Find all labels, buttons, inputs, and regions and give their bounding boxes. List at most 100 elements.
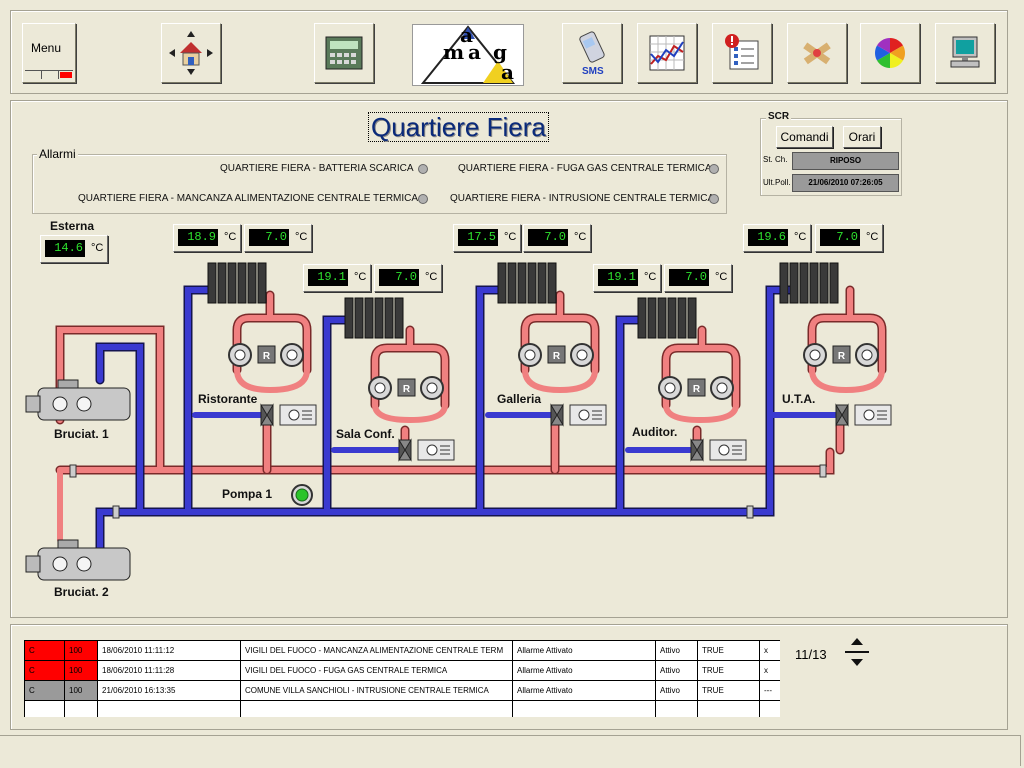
- temp-value: 7.0: [249, 229, 289, 246]
- logo-letter-m: m: [443, 40, 465, 64]
- esterna-label: Esterna: [50, 219, 95, 233]
- log-empty-cell: [240, 700, 513, 717]
- color-settings-button[interactable]: [860, 23, 920, 83]
- ristorante-setpoint[interactable]: 7.0 °C: [244, 224, 312, 252]
- temp-unit: °C: [224, 231, 237, 243]
- ult-poll-value: 21/06/2010 07:26:05: [792, 174, 899, 192]
- table-row[interactable]: C 100 18/06/2010 11:11:28 VIGILI DEL FUO…: [24, 660, 780, 681]
- temp-unit: °C: [715, 271, 728, 283]
- st-ch-value: RIPOSO: [792, 152, 899, 170]
- menu-button[interactable]: Menu: [22, 23, 76, 83]
- log-flag: TRUE: [697, 660, 760, 681]
- status-strip: [0, 735, 1021, 766]
- chart-icon: [649, 35, 685, 71]
- alarm-log-table: C 100 18/06/2010 11:11:12 VIGILI DEL FUO…: [24, 640, 780, 717]
- menu-label: Menu: [31, 41, 62, 55]
- temp-unit: °C: [644, 271, 657, 283]
- menu-alarm-indicator: [60, 72, 72, 78]
- sala-conf-setpoint[interactable]: 7.0 °C: [374, 264, 442, 292]
- pump-1-label: Pompa 1: [222, 487, 273, 501]
- logo-letter-a3: a: [501, 60, 514, 84]
- table-row[interactable]: C 100 21/06/2010 16:13:35 COMUNE VILLA S…: [24, 680, 780, 701]
- temp-value: 17.5: [458, 229, 498, 246]
- zone-label-sala-conf: Sala Conf.: [336, 427, 395, 441]
- log-empty-cell: [97, 700, 241, 717]
- trend-chart-button[interactable]: [637, 23, 697, 83]
- log-state: Allarme Attivato: [512, 640, 656, 661]
- log-status: Attivo: [655, 680, 698, 701]
- log-flag: TRUE: [697, 640, 760, 661]
- computer-button[interactable]: [935, 23, 995, 83]
- log-ack[interactable]: x: [759, 640, 780, 661]
- logo-letter-a2: a: [468, 40, 481, 64]
- alarm-battery-led: [418, 164, 428, 174]
- log-empty-cell: [759, 700, 780, 717]
- log-state: Allarme Attivato: [512, 680, 656, 701]
- log-description: VIGILI DEL FUOCO - MANCANZA ALIMENTAZION…: [240, 640, 513, 661]
- temp-value: 19.6: [748, 229, 788, 246]
- burner-1-label: Bruciat. 1: [54, 427, 109, 441]
- temp-value: 18.9: [178, 229, 218, 246]
- temp-unit: °C: [354, 271, 367, 283]
- galleria-setpoint[interactable]: 7.0 °C: [523, 224, 591, 252]
- temp-unit: °C: [425, 271, 438, 283]
- temp-value: 19.1: [598, 269, 638, 286]
- alarm-gas-leak-led: [709, 164, 719, 174]
- plc-icon: [325, 36, 363, 70]
- temp-unit: °C: [574, 231, 587, 243]
- log-date: 18/06/2010 11:11:28: [97, 660, 241, 681]
- orari-button[interactable]: Orari: [843, 126, 881, 148]
- zone-label-galleria: Galleria: [497, 392, 542, 406]
- color-wheel-icon: [874, 37, 906, 68]
- alarm-intrusion-led: [709, 194, 719, 204]
- temp-unit: °C: [794, 231, 807, 243]
- temp-unit: °C: [295, 231, 308, 243]
- home-nav-button[interactable]: [161, 23, 221, 83]
- home-nav-icon: [169, 31, 213, 75]
- sala-conf-room-temp: 19.1 °C: [303, 264, 371, 292]
- sms-button[interactable]: SMS: [562, 23, 622, 83]
- log-priority: 100: [64, 660, 98, 681]
- temp-unit: °C: [866, 231, 879, 243]
- st-ch-label: St. Ch.: [763, 155, 788, 164]
- log-class: C: [24, 660, 65, 681]
- up-down-arrow-icon: [845, 638, 869, 666]
- alarm-list-icon: [725, 34, 759, 70]
- alarm-list-button[interactable]: [712, 23, 772, 83]
- log-empty-cell: [512, 700, 656, 717]
- alarm-power: QUARTIERE FIERA - MANCANZA ALIMENTAZIONE…: [78, 193, 419, 204]
- log-class: C: [24, 640, 65, 661]
- log-status: Attivo: [655, 640, 698, 661]
- esterna-temp: 14.6 °C: [40, 235, 108, 263]
- uta-setpoint[interactable]: 7.0 °C: [815, 224, 883, 252]
- temp-unit: °C: [504, 231, 517, 243]
- log-scroll-buttons[interactable]: [843, 636, 871, 668]
- alarm-power-led: [418, 194, 428, 204]
- log-ack[interactable]: ---: [759, 680, 780, 701]
- table-row[interactable]: C 100 18/06/2010 11:11:12 VIGILI DEL FUO…: [24, 640, 780, 661]
- table-row[interactable]: [24, 700, 780, 717]
- log-empty-cell: [697, 700, 760, 717]
- log-state: Allarme Attivato: [512, 660, 656, 681]
- zone-label-uta: U.T.A.: [782, 392, 816, 406]
- temp-value: 19.1: [308, 269, 348, 286]
- plc-button[interactable]: [314, 23, 374, 83]
- log-empty-cell: [24, 700, 65, 717]
- uta-room-temp: 19.6 °C: [743, 224, 811, 252]
- log-description: COMUNE VILLA SANCHIOLI - INTRUSIONE CENT…: [240, 680, 513, 701]
- log-empty-cell: [655, 700, 698, 717]
- log-empty-cell: [64, 700, 98, 717]
- menu-indicator: [25, 70, 73, 80]
- alarm-log: C 100 18/06/2010 11:11:12 VIGILI DEL FUO…: [24, 640, 780, 717]
- tools-button[interactable]: [787, 23, 847, 83]
- sms-label: SMS: [582, 66, 604, 77]
- ult-poll-label: Ult.Poll.: [763, 178, 791, 187]
- log-priority: 100: [64, 680, 98, 701]
- comandi-button[interactable]: Comandi: [776, 126, 833, 148]
- scr-title: SCR: [766, 111, 792, 122]
- auditor-setpoint[interactable]: 7.0 °C: [664, 264, 732, 292]
- log-ack[interactable]: x: [759, 660, 780, 681]
- alarm-battery: QUARTIERE FIERA - BATTERIA SCARICA: [220, 163, 414, 174]
- temp-value: 7.0: [528, 229, 568, 246]
- alarm-intrusion: QUARTIERE FIERA - INTRUSIONE CENTRALE TE…: [450, 193, 715, 204]
